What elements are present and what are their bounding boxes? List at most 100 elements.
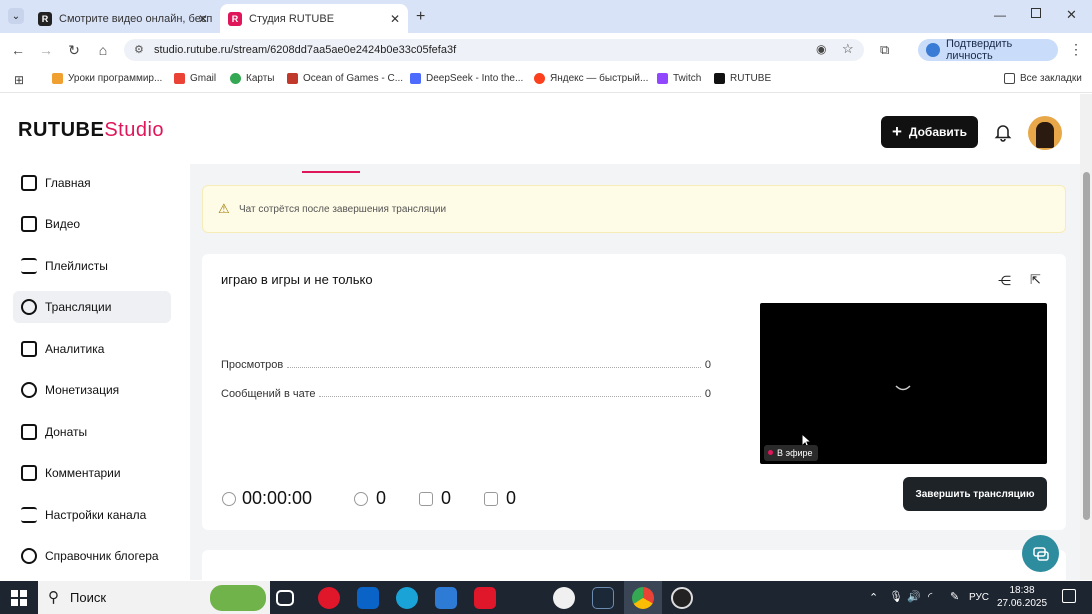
site-info-icon[interactable]: ⚙ — [134, 43, 144, 56]
sidebar-item-blogger-handbook[interactable]: Справочник блогера — [13, 540, 171, 572]
avatar[interactable] — [1028, 116, 1062, 150]
loading-spinner-icon — [895, 385, 911, 391]
bookmark-item[interactable]: Gmail — [174, 73, 216, 84]
bookmark-item[interactable]: Карты — [230, 73, 275, 84]
gmail-icon — [174, 73, 185, 84]
tab-studio-rutube[interactable]: R Студия RUTUBE ✕ — [220, 4, 408, 33]
rutube-studio-logo[interactable]: RUTUBEStudio — [18, 119, 164, 142]
active-tab-indicator — [302, 171, 360, 173]
restore-icon[interactable] — [1031, 8, 1041, 18]
folder-icon — [1004, 73, 1015, 84]
sidebar-item-comments[interactable]: Комментарии — [13, 457, 171, 489]
url-text: studio.rutube.ru/stream/6208dd7aa5ae0e24… — [154, 44, 457, 56]
search-icon: ⚲ — [48, 589, 59, 606]
bookmark-item[interactable]: Яндекс — быстрый... — [534, 73, 648, 84]
thumbs-up-icon — [419, 491, 433, 506]
scrollbar-thumb[interactable] — [1083, 172, 1090, 520]
notifications-bell-icon[interactable] — [993, 122, 1013, 142]
bookmark-item[interactable]: DeepSeek - Into the... — [410, 73, 523, 84]
steam-icon[interactable] — [592, 587, 614, 609]
live-badge: В эфире — [764, 445, 818, 461]
plus-icon: + — [891, 122, 902, 141]
chrome-icon[interactable] — [632, 587, 654, 609]
bookmark-item[interactable]: Twitch — [657, 73, 701, 84]
network-icon[interactable]: ◜ — [928, 590, 932, 603]
yandex-app-icon[interactable] — [474, 587, 496, 609]
end-stream-button[interactable]: Завершить трансляцию — [903, 477, 1047, 511]
bookmark-favicon-icon — [52, 73, 63, 84]
playlist-icon — [21, 258, 37, 274]
stream-preview-player[interactable] — [760, 303, 1047, 464]
task-view-icon[interactable] — [276, 590, 294, 606]
edge-icon[interactable] — [396, 587, 418, 609]
obs-icon[interactable] — [671, 587, 693, 609]
analytics-icon — [21, 341, 37, 357]
windows-start-button[interactable] — [0, 581, 38, 614]
dislikes-count: 0 — [484, 488, 516, 509]
sidebar-item-broadcasts[interactable]: Трансляции — [13, 291, 171, 323]
extensions-icon[interactable]: ⧉ — [880, 42, 889, 58]
yandex-icon — [534, 73, 545, 84]
forward-icon[interactable]: → — [37, 41, 55, 59]
studio-page: RUTUBEStudio + Добавить Главная Видео Пле… — [0, 94, 1080, 580]
chat-bubble-icon — [1032, 546, 1049, 561]
support-chat-button[interactable] — [1022, 535, 1059, 572]
bookmark-item[interactable]: Уроки программир... — [52, 73, 162, 84]
tab-title: Студия RUTUBE — [249, 12, 335, 25]
bookmark-item[interactable]: Ocean of Games - C... — [287, 73, 403, 84]
home-icon[interactable]: ⌂ — [94, 41, 112, 59]
sidebar-item-analytics[interactable]: Аналитика — [13, 333, 171, 365]
tab-list-button[interactable]: ⌄ — [8, 8, 24, 24]
verify-identity-button[interactable]: Подтвердить личность — [918, 38, 1058, 62]
tray-chevron-icon[interactable]: ⌃ — [869, 591, 878, 604]
apps-grid-icon[interactable]: ⊞ — [14, 73, 24, 87]
verify-label: Подтвердить личность — [946, 38, 1013, 62]
close-window-icon[interactable]: ✕ — [1066, 7, 1077, 23]
rutube-favicon-icon: R — [228, 11, 242, 26]
opera-icon[interactable] — [318, 587, 340, 609]
tab-rutube-videos[interactable]: R Смотрите видео онлайн, бесп ✕ — [30, 4, 216, 33]
share-icon[interactable]: ⋲ — [998, 273, 1011, 289]
volume-icon[interactable]: 🔊 — [907, 590, 921, 603]
bookmark-item[interactable]: RUTUBE — [714, 73, 771, 84]
store-icon[interactable] — [435, 587, 457, 609]
outlook-icon[interactable] — [357, 587, 379, 609]
stat-views: Просмотров 0 — [221, 359, 711, 371]
close-tab-icon[interactable]: ✕ — [390, 12, 400, 26]
bookmark-star-icon[interactable]: ☆ — [842, 41, 854, 57]
back-icon[interactable]: ← — [9, 41, 27, 59]
add-button[interactable]: + Добавить — [881, 116, 978, 148]
donate-icon — [21, 424, 37, 440]
yandex-browser-icon[interactable] — [553, 587, 575, 609]
sidebar-item-channel-settings[interactable]: Настройки канала — [13, 499, 171, 531]
deepseek-icon — [410, 73, 421, 84]
sidebar-item-video[interactable]: Видео — [13, 208, 171, 240]
open-external-icon[interactable]: ⇱ — [1030, 272, 1041, 288]
hidden-eye-icon[interactable]: ◉ — [816, 42, 826, 56]
browser-tab-bar: ⌄ R Смотрите видео онлайн, бесп ✕ R Студ… — [0, 0, 1092, 33]
input-language[interactable]: РУС — [969, 592, 989, 603]
minimize-icon[interactable]: — — [994, 8, 1006, 22]
all-bookmarks-button[interactable]: Все закладки — [1004, 73, 1082, 84]
pen-icon[interactable]: ✎ — [950, 590, 959, 603]
taskbar-search[interactable]: ⚲ Поиск — [38, 581, 270, 614]
home-icon — [21, 175, 37, 191]
stream-title: играю в игры и не только — [221, 272, 373, 287]
new-tab-icon[interactable]: + — [416, 8, 425, 26]
sidebar-item-home[interactable]: Главная — [13, 167, 171, 199]
browser-menu-icon[interactable]: ⋮ — [1069, 41, 1083, 58]
url-input[interactable]: ⚙ studio.rutube.ru/stream/6208dd7aa5ae0e… — [124, 39, 864, 61]
taskbar-clock[interactable]: 18:38 27.06.2025 — [996, 584, 1048, 610]
sidebar-item-monetization[interactable]: Монетизация — [13, 374, 171, 406]
reload-icon[interactable]: ↻ — [65, 41, 83, 59]
profile-badge-icon — [926, 43, 940, 57]
notifications-center-icon[interactable] — [1062, 589, 1076, 603]
microphone-icon[interactable]: 🎙 — [889, 590, 903, 603]
close-tab-icon[interactable]: ✕ — [198, 12, 208, 26]
broadcast-icon — [21, 299, 37, 315]
video-icon — [21, 216, 37, 232]
rutube-favicon-icon: R — [38, 11, 52, 26]
sidebar-item-playlists[interactable]: Плейлисты — [13, 250, 171, 282]
sidebar-item-donations[interactable]: Донаты — [13, 416, 171, 448]
tab-title: Смотрите видео онлайн, бесп — [59, 12, 213, 25]
